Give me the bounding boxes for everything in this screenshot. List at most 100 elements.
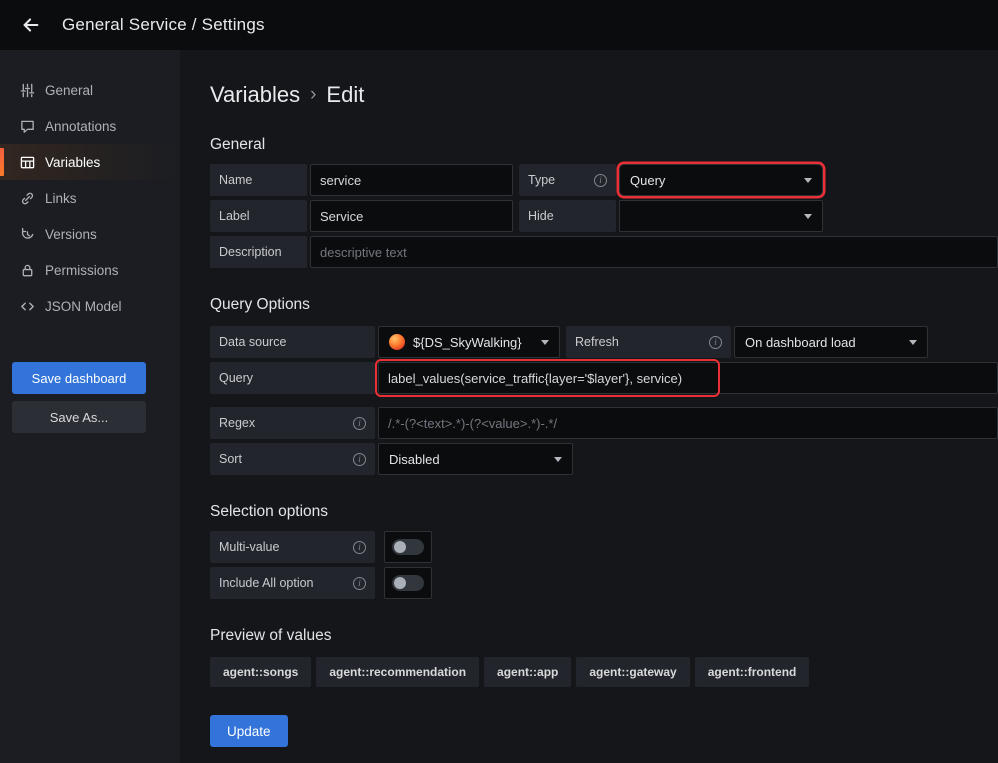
sidebar-item-label: Links [45, 191, 77, 206]
sidebar-item-general[interactable]: General [0, 72, 180, 108]
preview-value-chip: agent::gateway [576, 657, 689, 687]
refresh-label-text: Refresh [575, 335, 619, 349]
datasource-refresh-row: Data source ${DS_SkyWalking} Refresh i O… [210, 326, 998, 358]
hide-field-label: Hide [519, 200, 616, 232]
general-form: Name Type i Query Label Hide [210, 164, 998, 268]
update-button[interactable]: Update [210, 715, 288, 747]
back-button[interactable] [14, 8, 48, 42]
regex-label-text: Regex [219, 416, 255, 430]
description-input[interactable] [310, 236, 998, 268]
info-icon[interactable]: i [353, 417, 366, 430]
info-icon[interactable]: i [353, 453, 366, 466]
sort-select-value: Disabled [389, 452, 546, 467]
sidebar-item-json-model[interactable]: JSON Model [0, 288, 180, 324]
chevron-down-icon [541, 340, 549, 345]
general-section-heading: General [210, 136, 998, 154]
regex-input[interactable] [378, 407, 998, 439]
hide-select[interactable] [619, 200, 823, 232]
regex-row: Regex i [210, 407, 998, 439]
sort-label-text: Sort [219, 452, 242, 466]
refresh-field-label: Refresh i [566, 326, 731, 358]
settings-sidebar: General Annotations Variables Links [0, 50, 180, 763]
sidebar-item-annotations[interactable]: Annotations [0, 108, 180, 144]
page-title: General Service / Settings [62, 15, 265, 35]
sort-select[interactable]: Disabled [378, 443, 573, 475]
chevron-down-icon [909, 340, 917, 345]
arrow-left-icon [20, 14, 42, 36]
info-icon[interactable]: i [353, 577, 366, 590]
label-field-label: Label [210, 200, 307, 232]
preview-values: agent::songs agent::recommendation agent… [210, 657, 998, 687]
info-icon[interactable]: i [594, 174, 607, 187]
multi-value-field-label: Multi-value i [210, 531, 375, 563]
sort-row: Sort i Disabled [210, 443, 998, 475]
sidebar-item-versions[interactable]: Versions [0, 216, 180, 252]
preview-value-chip: agent::recommendation [316, 657, 479, 687]
name-input[interactable] [310, 164, 513, 196]
description-row: Description [210, 236, 998, 268]
lock-icon [20, 263, 35, 278]
sort-field-label: Sort i [210, 443, 375, 475]
query-options-heading: Query Options [210, 296, 998, 314]
sidebar-actions: Save dashboard Save As... [0, 362, 180, 433]
toggle-knob [394, 577, 406, 589]
preview-value-chip: agent::songs [210, 657, 311, 687]
info-icon[interactable]: i [353, 541, 366, 554]
name-type-row: Name Type i Query [210, 164, 998, 196]
selection-options-form: Multi-value i Include All option i [210, 531, 998, 599]
breadcrumb: Variables › Edit [210, 82, 998, 108]
multi-value-row: Multi-value i [210, 531, 998, 563]
save-dashboard-button[interactable]: Save dashboard [12, 362, 146, 394]
toggle-track [392, 575, 424, 591]
history-icon [20, 227, 35, 242]
label-hide-row: Label Hide [210, 200, 998, 232]
breadcrumb-separator: › [310, 84, 316, 106]
type-field-label: Type i [519, 164, 616, 196]
include-all-label-text: Include All option [219, 576, 314, 590]
description-field-label: Description [210, 236, 307, 268]
query-input[interactable] [378, 362, 998, 394]
include-all-toggle[interactable] [384, 567, 432, 599]
preview-value-chip: agent::app [484, 657, 571, 687]
selection-options-heading: Selection options [210, 503, 998, 521]
settings-nav: General Annotations Variables Links [0, 72, 180, 324]
top-navbar: General Service / Settings [0, 0, 998, 50]
data-source-value: ${DS_SkyWalking} [413, 335, 533, 350]
type-select[interactable]: Query [619, 164, 823, 196]
multi-value-toggle[interactable] [384, 531, 432, 563]
preview-value-chip: agent::frontend [695, 657, 810, 687]
save-as-button[interactable]: Save As... [12, 401, 146, 433]
multi-value-label-text: Multi-value [219, 540, 279, 554]
include-all-field-label: Include All option i [210, 567, 375, 599]
chevron-down-icon [804, 214, 812, 219]
variables-edit-content: Variables › Edit General Name Type i Que… [180, 50, 998, 763]
include-all-row: Include All option i [210, 567, 998, 599]
query-options-form: Data source ${DS_SkyWalking} Refresh i O… [210, 326, 998, 475]
name-field-label: Name [210, 164, 307, 196]
sidebar-item-label: Variables [45, 155, 100, 170]
sidebar-item-links[interactable]: Links [0, 180, 180, 216]
sidebar-item-variables[interactable]: Variables [0, 144, 180, 180]
type-select-value: Query [630, 173, 796, 188]
sidebar-item-label: JSON Model [45, 299, 122, 314]
label-input[interactable] [310, 200, 513, 232]
toggle-track [392, 539, 424, 555]
breadcrumb-variables[interactable]: Variables [210, 82, 300, 108]
regex-field-label: Regex i [210, 407, 375, 439]
info-icon[interactable]: i [709, 336, 722, 349]
type-label-text: Type [528, 173, 555, 187]
breadcrumb-edit: Edit [326, 82, 364, 108]
refresh-select[interactable]: On dashboard load [734, 326, 928, 358]
sidebar-item-permissions[interactable]: Permissions [0, 252, 180, 288]
sidebar-item-label: General [45, 83, 93, 98]
data-source-select[interactable]: ${DS_SkyWalking} [378, 326, 560, 358]
preview-heading: Preview of values [210, 627, 998, 645]
query-row: Query [210, 362, 998, 394]
comment-icon [20, 119, 35, 134]
query-cell [378, 362, 998, 394]
sidebar-item-label: Annotations [45, 119, 116, 134]
chevron-down-icon [804, 178, 812, 183]
data-source-field-label: Data source [210, 326, 375, 358]
sidebar-item-label: Permissions [45, 263, 119, 278]
skywalking-datasource-icon [389, 334, 405, 350]
